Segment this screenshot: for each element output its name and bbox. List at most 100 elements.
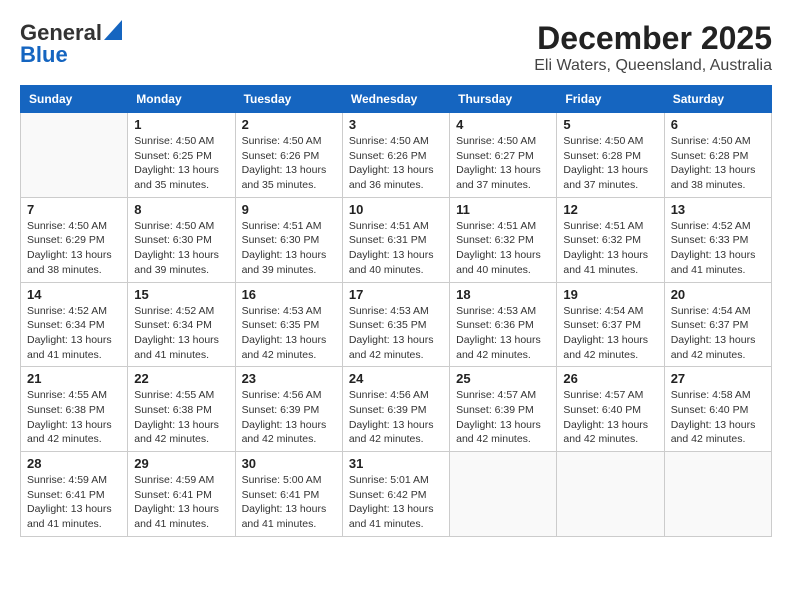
day-number: 3 [349,117,443,132]
day-info: Sunrise: 4:59 AM Sunset: 6:41 PM Dayligh… [134,473,228,532]
day-number: 23 [242,371,336,386]
day-number: 18 [456,287,550,302]
day-info: Sunrise: 4:52 AM Sunset: 6:34 PM Dayligh… [134,304,228,363]
calendar-cell: 15 Sunrise: 4:52 AM Sunset: 6:34 PM Dayli… [128,282,235,367]
day-info: Sunrise: 4:50 AM Sunset: 6:30 PM Dayligh… [134,219,228,278]
day-number: 20 [671,287,765,302]
day-info: Sunrise: 4:54 AM Sunset: 6:37 PM Dayligh… [671,304,765,363]
day-number: 13 [671,202,765,217]
day-number: 31 [349,456,443,471]
calendar-cell: 23 Sunrise: 4:56 AM Sunset: 6:39 PM Dayli… [235,367,342,452]
day-info: Sunrise: 4:53 AM Sunset: 6:36 PM Dayligh… [456,304,550,363]
calendar-cell: 24Sunrise: 4:56 AM Sunset: 6:39 PM Dayli… [342,367,449,452]
header-friday: Friday [557,86,664,113]
day-info: Sunrise: 4:57 AM Sunset: 6:39 PM Dayligh… [456,388,550,447]
day-info: Sunrise: 4:50 AM Sunset: 6:26 PM Dayligh… [349,134,443,193]
day-info: Sunrise: 5:00 AM Sunset: 6:41 PM Dayligh… [242,473,336,532]
day-info: Sunrise: 4:56 AM Sunset: 6:39 PM Dayligh… [242,388,336,447]
day-info: Sunrise: 4:51 AM Sunset: 6:31 PM Dayligh… [349,219,443,278]
calendar-cell: 14Sunrise: 4:52 AM Sunset: 6:34 PM Dayli… [21,282,128,367]
calendar-cell [21,113,128,198]
calendar-week-1: 1 Sunrise: 4:50 AM Sunset: 6:25 PM Daylig… [21,113,772,198]
day-number: 2 [242,117,336,132]
header-tuesday: Tuesday [235,86,342,113]
day-number: 6 [671,117,765,132]
calendar-cell: 20 Sunrise: 4:54 AM Sunset: 6:37 PM Dayli… [664,282,771,367]
day-number: 28 [27,456,121,471]
calendar-cell: 25 Sunrise: 4:57 AM Sunset: 6:39 PM Dayli… [450,367,557,452]
header-monday: Monday [128,86,235,113]
calendar-cell: 31Sunrise: 5:01 AM Sunset: 6:42 PM Dayli… [342,452,449,537]
day-number: 9 [242,202,336,217]
calendar-cell: 30 Sunrise: 5:00 AM Sunset: 6:41 PM Dayli… [235,452,342,537]
day-number: 21 [27,371,121,386]
calendar-cell: 12 Sunrise: 4:51 AM Sunset: 6:32 PM Dayli… [557,197,664,282]
day-info: Sunrise: 4:50 AM Sunset: 6:28 PM Dayligh… [671,134,765,193]
calendar-week-3: 14 Sunrise: 4:52 AM Sunset: 6:34 PM Dayli… [21,282,772,367]
calendar-cell [664,452,771,537]
calendar-cell: 6 Sunrise: 4:50 AM Sunset: 6:28 PM Daylig… [664,113,771,198]
day-info: Sunrise: 4:50 AM Sunset: 6:28 PM Dayligh… [563,134,657,193]
calendar-cell: 3 Sunrise: 4:50 AM Sunset: 6:26 PM Daylig… [342,113,449,198]
calendar-cell: 27Sunrise: 4:58 AM Sunset: 6:40 PM Dayli… [664,367,771,452]
day-number: 4 [456,117,550,132]
day-number: 7 [27,202,121,217]
day-info: Sunrise: 4:54 AM Sunset: 6:37 PM Dayligh… [563,304,657,363]
day-number: 12 [563,202,657,217]
day-number: 8 [134,202,228,217]
calendar-cell: 4 Sunrise: 4:50 AM Sunset: 6:27 PM Daylig… [450,113,557,198]
day-number: 14 [27,287,121,302]
day-number: 17 [349,287,443,302]
month-year-title: December 2025 [534,20,772,57]
location-subtitle: Eli Waters, Queensland, Australia [534,57,772,75]
calendar-table: SundayMondayTuesdayWednesdayThursdayFrid… [20,85,772,537]
day-number: 29 [134,456,228,471]
calendar-cell [557,452,664,537]
day-number: 5 [563,117,657,132]
day-number: 27 [671,371,765,386]
day-info: Sunrise: 4:50 AM Sunset: 6:25 PM Dayligh… [134,134,228,193]
header-sunday: Sunday [21,86,128,113]
day-info: Sunrise: 4:57 AM Sunset: 6:40 PM Dayligh… [563,388,657,447]
calendar-cell: 7Sunrise: 4:50 AM Sunset: 6:29 PM Daylig… [21,197,128,282]
calendar-cell: 22Sunrise: 4:55 AM Sunset: 6:38 PM Dayli… [128,367,235,452]
page-header: General Blue December 2025 Eli Waters, Q… [20,20,772,75]
day-number: 26 [563,371,657,386]
calendar-cell: 18 Sunrise: 4:53 AM Sunset: 6:36 PM Dayli… [450,282,557,367]
day-number: 1 [134,117,228,132]
day-number: 30 [242,456,336,471]
calendar-cell: 11 Sunrise: 4:51 AM Sunset: 6:32 PM Dayli… [450,197,557,282]
day-number: 15 [134,287,228,302]
day-number: 11 [456,202,550,217]
day-info: Sunrise: 4:51 AM Sunset: 6:32 PM Dayligh… [456,219,550,278]
day-number: 16 [242,287,336,302]
day-info: Sunrise: 4:53 AM Sunset: 6:35 PM Dayligh… [349,304,443,363]
title-section: December 2025 Eli Waters, Queensland, Au… [534,20,772,75]
logo: General Blue [20,20,122,68]
calendar-header-row: SundayMondayTuesdayWednesdayThursdayFrid… [21,86,772,113]
calendar-cell: 8 Sunrise: 4:50 AM Sunset: 6:30 PM Daylig… [128,197,235,282]
day-info: Sunrise: 4:51 AM Sunset: 6:32 PM Dayligh… [563,219,657,278]
day-number: 19 [563,287,657,302]
calendar-cell: 9Sunrise: 4:51 AM Sunset: 6:30 PM Daylig… [235,197,342,282]
day-info: Sunrise: 4:50 AM Sunset: 6:27 PM Dayligh… [456,134,550,193]
day-info: Sunrise: 4:55 AM Sunset: 6:38 PM Dayligh… [27,388,121,447]
calendar-cell: 16Sunrise: 4:53 AM Sunset: 6:35 PM Dayli… [235,282,342,367]
calendar-cell: 26 Sunrise: 4:57 AM Sunset: 6:40 PM Dayli… [557,367,664,452]
calendar-cell: 21 Sunrise: 4:55 AM Sunset: 6:38 PM Dayli… [21,367,128,452]
day-info: Sunrise: 4:56 AM Sunset: 6:39 PM Dayligh… [349,388,443,447]
calendar-cell: 19 Sunrise: 4:54 AM Sunset: 6:37 PM Dayli… [557,282,664,367]
calendar-week-4: 21 Sunrise: 4:55 AM Sunset: 6:38 PM Dayli… [21,367,772,452]
calendar-cell: 1 Sunrise: 4:50 AM Sunset: 6:25 PM Daylig… [128,113,235,198]
calendar-cell: 2Sunrise: 4:50 AM Sunset: 6:26 PM Daylig… [235,113,342,198]
day-number: 22 [134,371,228,386]
day-info: Sunrise: 4:52 AM Sunset: 6:33 PM Dayligh… [671,219,765,278]
calendar-cell: 13 Sunrise: 4:52 AM Sunset: 6:33 PM Dayli… [664,197,771,282]
header-wednesday: Wednesday [342,86,449,113]
calendar-cell: 29 Sunrise: 4:59 AM Sunset: 6:41 PM Dayli… [128,452,235,537]
calendar-cell: 17 Sunrise: 4:53 AM Sunset: 6:35 PM Dayli… [342,282,449,367]
logo-icon [104,20,122,40]
day-number: 25 [456,371,550,386]
calendar-week-5: 28 Sunrise: 4:59 AM Sunset: 6:41 PM Dayli… [21,452,772,537]
calendar-cell: 5 Sunrise: 4:50 AM Sunset: 6:28 PM Daylig… [557,113,664,198]
